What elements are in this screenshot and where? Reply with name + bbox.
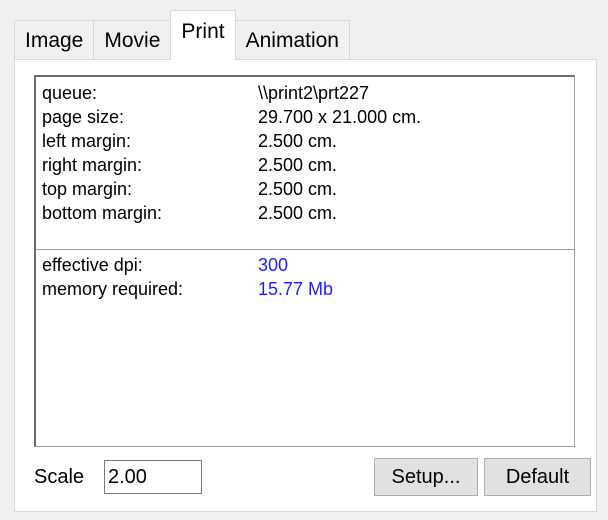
info-separator	[36, 249, 574, 250]
bottom-margin-label: bottom margin:	[42, 203, 163, 223]
queue-value: \\print2\prt227	[258, 83, 370, 103]
top-margin-label: top margin:	[42, 179, 133, 199]
default-button[interactable]: Default	[484, 458, 591, 496]
print-settings-dialog: Image Movie Print Animation queue: \\pri…	[0, 0, 608, 520]
tab-movie[interactable]: Movie	[93, 20, 172, 60]
top-margin-value: 2.500 cm.	[258, 179, 338, 199]
setup-button[interactable]: Setup...	[374, 458, 478, 496]
effective-dpi-label: effective dpi:	[42, 255, 143, 275]
left-margin-label: left margin:	[42, 131, 132, 151]
tab-animation[interactable]: Animation	[234, 20, 350, 60]
tab-bar: Image Movie Print Animation	[14, 10, 350, 60]
left-margin-value: 2.500 cm.	[258, 131, 338, 151]
effective-dpi-value: 300	[258, 255, 289, 275]
memory-required-label: memory required:	[42, 279, 184, 299]
scale-label: Scale	[34, 466, 85, 488]
right-margin-value: 2.500 cm.	[258, 155, 338, 175]
print-tab-page: queue: \\print2\prt227 page size: 29.700…	[14, 59, 597, 512]
scale-input[interactable]	[104, 460, 202, 494]
queue-label: queue:	[42, 83, 98, 103]
print-info-panel: queue: \\print2\prt227 page size: 29.700…	[34, 75, 575, 447]
page-size-label: page size:	[42, 107, 125, 127]
memory-required-value: 15.77 Mb	[258, 279, 334, 299]
tab-print[interactable]: Print	[170, 10, 236, 60]
bottom-margin-value: 2.500 cm.	[258, 203, 338, 223]
page-size-value: 29.700 x 21.000 cm.	[258, 107, 422, 127]
right-margin-label: right margin:	[42, 155, 143, 175]
tab-image[interactable]: Image	[14, 20, 95, 60]
